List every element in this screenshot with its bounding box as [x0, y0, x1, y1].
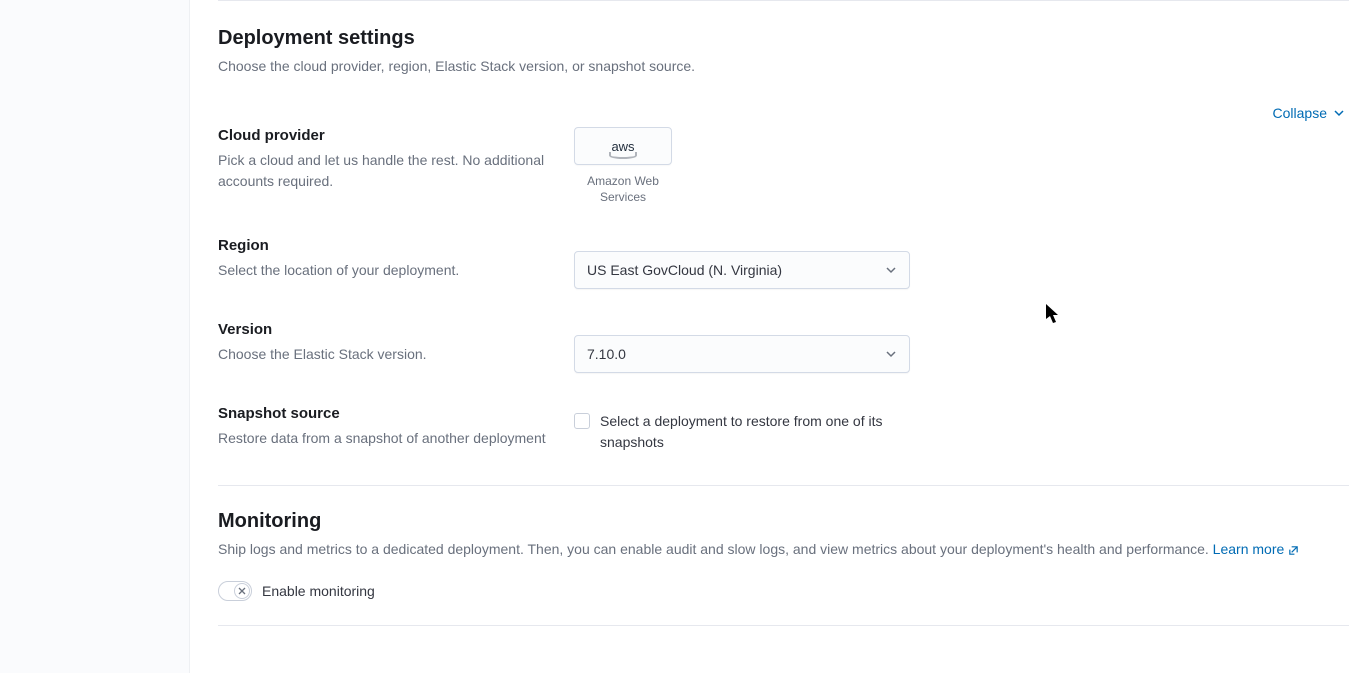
version-label: Version [218, 321, 554, 338]
sidebar [0, 0, 190, 673]
version-row: Version Choose the Elastic Stack version… [218, 321, 1349, 373]
monitoring-title: Monitoring [218, 510, 1349, 533]
external-link-icon [1288, 545, 1299, 556]
learn-more-label: Learn more [1213, 539, 1285, 561]
divider [218, 485, 1349, 486]
version-desc: Choose the Elastic Stack version. [218, 344, 554, 365]
version-select[interactable]: 7.10.0 [574, 335, 910, 373]
main-content: Deployment settings Choose the cloud pro… [190, 0, 1369, 673]
cloud-provider-row: Cloud provider Pick a cloud and let us h… [218, 127, 1349, 205]
region-value: US East GovCloud (N. Virginia) [587, 262, 782, 278]
enable-monitoring-toggle-row: Enable monitoring [218, 581, 1349, 601]
deployment-settings-subtitle: Choose the cloud provider, region, Elast… [218, 56, 1349, 77]
chevron-down-icon [1333, 107, 1345, 119]
snapshot-checkbox[interactable] [574, 413, 590, 429]
monitoring-desc-text: Ship logs and metrics to a dedicated dep… [218, 541, 1213, 557]
enable-monitoring-toggle[interactable] [218, 581, 252, 601]
region-desc: Select the location of your deployment. [218, 260, 554, 281]
divider [218, 625, 1349, 626]
region-row: Region Select the location of your deplo… [218, 237, 1349, 289]
region-label: Region [218, 237, 554, 254]
cloud-provider-box[interactable]: aws [574, 127, 672, 165]
collapse-label: Collapse [1273, 105, 1327, 121]
snapshot-row: Snapshot source Restore data from a snap… [218, 405, 1349, 453]
collapse-button[interactable]: Collapse [1273, 105, 1345, 121]
x-icon [238, 587, 246, 595]
learn-more-link[interactable]: Learn more [1213, 539, 1300, 561]
enable-monitoring-label: Enable monitoring [262, 583, 375, 599]
chevron-down-icon [885, 348, 897, 360]
monitoring-desc: Ship logs and metrics to a dedicated dep… [218, 539, 1349, 561]
chevron-down-icon [885, 264, 897, 276]
cloud-provider-name: Amazon Web Services [574, 173, 672, 205]
toggle-knob [234, 583, 250, 599]
version-value: 7.10.0 [587, 346, 626, 362]
snapshot-label: Snapshot source [218, 405, 554, 422]
deployment-settings-title: Deployment settings [218, 27, 1349, 50]
snapshot-checkbox-row[interactable]: Select a deployment to restore from one … [574, 411, 910, 453]
cloud-provider-label: Cloud provider [218, 127, 554, 144]
snapshot-checkbox-label: Select a deployment to restore from one … [600, 411, 910, 453]
cloud-provider-card[interactable]: aws Amazon Web Services [574, 127, 672, 205]
cloud-provider-desc: Pick a cloud and let us handle the rest.… [218, 150, 554, 192]
aws-logo-icon: aws [611, 140, 634, 153]
divider [218, 0, 1349, 1]
snapshot-desc: Restore data from a snapshot of another … [218, 428, 554, 449]
region-select[interactable]: US East GovCloud (N. Virginia) [574, 251, 910, 289]
